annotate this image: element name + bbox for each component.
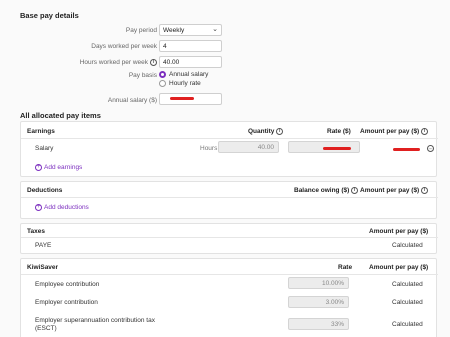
radio-annual[interactable]: Annual salary	[159, 71, 208, 78]
employee-amount: Calculated	[392, 281, 423, 288]
rate-field[interactable]	[288, 141, 360, 153]
quantity-header: Quantity i	[248, 128, 284, 135]
employee-rate-field[interactable]: 10.00%	[288, 277, 349, 289]
pay-period-select[interactable]: Weekly ⌄	[159, 24, 222, 36]
hours-unit: Hours	[200, 145, 218, 152]
pay-items-title: All allocated pay items	[20, 111, 101, 120]
info-icon[interactable]: i	[150, 59, 157, 66]
annual-salary-label: Annual salary ($)	[107, 97, 157, 104]
employer-contribution-label: Employer contribution	[35, 299, 98, 306]
add-deductions-button[interactable]: + Add deductions	[35, 204, 89, 211]
plus-circle-icon: +	[35, 164, 42, 171]
info-icon[interactable]: i	[351, 187, 359, 194]
esct-rate-field[interactable]: 33%	[288, 318, 349, 330]
esct-amount: Calculated	[392, 321, 423, 328]
pay-period-value: Weekly	[163, 27, 185, 34]
base-pay-title: Base pay details	[20, 11, 79, 20]
redaction-mark	[170, 97, 194, 100]
rate-header: Rate ($)	[327, 128, 351, 135]
radio-annual-label: Annual salary	[169, 71, 209, 79]
esct-label: Employer superannuation contribution tax	[35, 317, 155, 324]
kiwisaver-card: KiwiSaver Rate Amount per pay ($) Employ…	[20, 258, 438, 337]
salary-label: Salary	[35, 145, 54, 152]
amount-header: Amount per pay ($) i	[360, 187, 429, 194]
employee-contribution-label: Employee contribution	[35, 281, 100, 288]
paye-value: Calculated	[392, 242, 423, 249]
divider	[21, 138, 438, 139]
pay-period-label: Pay period	[125, 27, 157, 34]
more-icon[interactable]: ⋯	[427, 145, 434, 152]
employer-rate-field[interactable]: 3.00%	[288, 296, 349, 308]
days-input[interactable]: 4	[159, 40, 222, 52]
quantity-field[interactable]: 40.00	[218, 141, 279, 153]
divider	[21, 237, 438, 238]
taxes-card: Taxes Amount per pay ($) PAYE Calculated	[20, 223, 438, 254]
info-icon[interactable]: i	[421, 187, 429, 194]
deductions-header: Deductions	[27, 187, 63, 194]
employer-amount: Calculated	[392, 299, 423, 306]
deductions-card: Deductions Balance owing ($) i Amount pe…	[20, 181, 438, 219]
plus-circle-icon: +	[35, 204, 42, 211]
days-label: Days worked per week	[91, 43, 157, 50]
rate-header: Rate	[338, 264, 353, 271]
redaction-mark	[393, 148, 420, 151]
taxes-header: Taxes	[27, 228, 45, 235]
radio-empty-icon	[159, 80, 166, 87]
divider	[21, 274, 438, 275]
add-earnings-button[interactable]: + Add earnings	[35, 164, 82, 171]
earnings-card: Earnings Quantity i Rate ($) Amount per …	[20, 121, 438, 177]
amount-header: Amount per pay ($)	[369, 264, 429, 271]
hours-label: Hours worked per week	[79, 59, 148, 66]
paye-label: PAYE	[35, 242, 52, 249]
esct-label-line2: (ESCT)	[35, 325, 57, 332]
balance-header: Balance owing ($) i	[294, 187, 359, 194]
radio-hourly-label: Hourly rate	[169, 80, 201, 88]
chevron-down-icon: ⌄	[212, 26, 218, 33]
divider	[21, 197, 438, 198]
redaction-mark	[323, 147, 351, 150]
radio-selected-icon	[159, 71, 166, 78]
info-icon[interactable]: i	[276, 128, 284, 135]
radio-hourly[interactable]: Hourly rate	[159, 80, 201, 87]
annual-salary-input[interactable]	[159, 93, 222, 105]
pay-basis-label: Pay basis	[128, 72, 157, 79]
kiwisaver-header: KiwiSaver	[27, 264, 59, 271]
amount-header: Amount per pay ($)	[369, 228, 429, 235]
hours-input[interactable]: 40.00	[159, 56, 222, 68]
info-icon[interactable]: i	[421, 128, 429, 135]
amount-header: Amount per pay ($) i	[360, 128, 429, 135]
earnings-header: Earnings	[27, 128, 55, 135]
